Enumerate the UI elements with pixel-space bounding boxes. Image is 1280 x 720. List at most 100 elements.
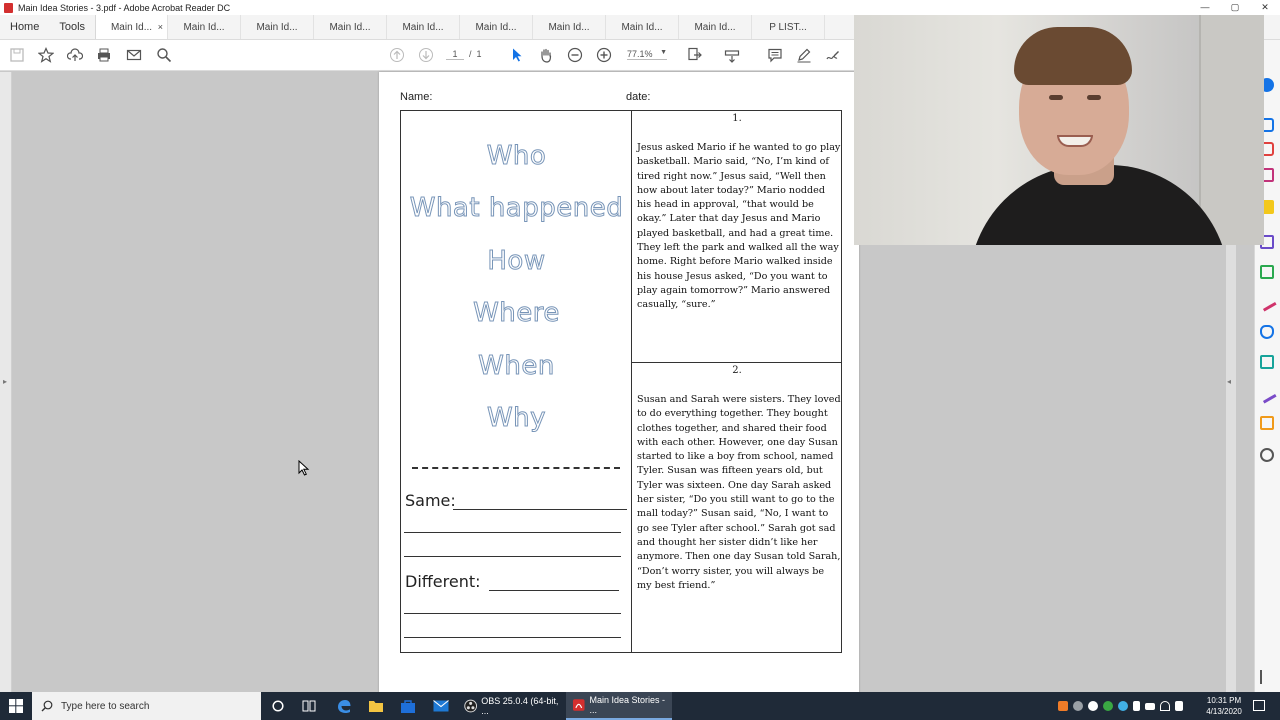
answer-line [404, 637, 621, 638]
system-tray [1058, 692, 1183, 720]
tab-label: Main Id... [110, 22, 153, 33]
more-tools-icon[interactable] [1260, 416, 1274, 430]
collapse-tools-pane-icon[interactable] [1260, 670, 1274, 684]
highlight-pen-icon[interactable] [796, 47, 812, 63]
next-page-icon[interactable] [418, 47, 434, 63]
windows-taskbar: Type here to search OBS 25.0.4 (64-bit, … [0, 692, 1280, 720]
mail-icon[interactable] [430, 692, 452, 720]
window-controls: — ▢ ✕ [1190, 0, 1280, 15]
sign-icon[interactable] [825, 47, 841, 63]
name-label: Name: [400, 91, 433, 103]
scroll-mode-icon[interactable] [724, 47, 740, 63]
protect-icon[interactable] [1260, 325, 1274, 339]
request-signature-icon[interactable] [1257, 384, 1277, 404]
previous-page-icon[interactable] [389, 47, 405, 63]
start-button[interactable] [0, 692, 32, 720]
print-icon[interactable] [96, 47, 112, 63]
page-separator: / [469, 49, 472, 59]
document-tab[interactable]: Main Id... [460, 15, 534, 39]
taskbar-search-box[interactable]: Type here to search [32, 692, 261, 720]
document-tab[interactable]: Main Id... [679, 15, 753, 39]
zoom-value: 77.1% [627, 49, 653, 59]
presenter-hair [1014, 27, 1132, 85]
story-2-number: 2. [732, 365, 742, 376]
same-label: Same: [405, 491, 456, 510]
zoom-level-select[interactable]: 77.1% ▼ [627, 49, 667, 60]
presenter-eye [1049, 95, 1063, 100]
clock-time: 10:31 PM [1206, 696, 1242, 705]
customize-tools-icon[interactable] [1260, 448, 1274, 462]
document-tab[interactable]: Main Id... [606, 15, 680, 39]
left-navigation-pane-toggle[interactable]: ▸ [0, 72, 12, 692]
bookmark-star-icon[interactable] [38, 47, 54, 63]
close-window-button[interactable]: ✕ [1250, 0, 1280, 15]
minimize-button[interactable]: — [1190, 0, 1220, 15]
zoom-in-icon[interactable] [596, 47, 612, 63]
answer-line [404, 532, 621, 533]
story-1-text: Jesus asked Mario if he wanted to go pla… [637, 142, 841, 311]
fill-sign-icon[interactable] [1257, 292, 1277, 312]
upload-cloud-icon[interactable] [67, 47, 83, 63]
obs-icon [464, 699, 478, 713]
file-explorer-icon[interactable] [365, 692, 387, 720]
story-1-number: 1. [732, 113, 742, 124]
restore-button[interactable]: ▢ [1220, 0, 1250, 15]
document-tab-active[interactable]: Main Id... × [95, 15, 169, 39]
answer-line [404, 556, 621, 557]
pdf-page: Name: date: Who What happened How Where … [379, 72, 859, 702]
battery-icon[interactable] [1145, 702, 1155, 710]
answer-line [453, 509, 627, 510]
obs-app-label: OBS 25.0.4 (64-bit, ... [481, 696, 559, 716]
taskbar-clock[interactable]: 10:31 PM 4/13/2020 [1200, 695, 1248, 717]
webcam-overlay [854, 15, 1264, 245]
acrobat-app-icon [4, 2, 13, 13]
microphone-icon[interactable] [1133, 701, 1140, 711]
document-tab[interactable]: Main Id... [168, 15, 242, 39]
different-label: Different: [405, 572, 481, 591]
search-icon[interactable] [156, 47, 172, 63]
email-icon[interactable] [126, 47, 142, 63]
tray-app-icon[interactable] [1058, 701, 1068, 711]
question-word-where: Where [473, 298, 560, 329]
expand-left-pane-icon[interactable]: ▸ [3, 377, 7, 386]
taskbar-obs-app[interactable]: OBS 25.0.4 (64-bit, ... [458, 692, 564, 720]
hand-tool-icon[interactable] [538, 47, 554, 63]
question-word-what-happened: What happened [409, 193, 624, 224]
select-cursor-icon[interactable] [509, 47, 525, 63]
volume-icon[interactable] [1175, 701, 1183, 711]
tools-menu[interactable]: Tools [49, 15, 95, 39]
taskbar-acrobat-app[interactable]: Main Idea Stories - ... [566, 692, 672, 720]
page-number-input[interactable]: 1 [446, 49, 464, 60]
task-view-icon[interactable] [299, 692, 319, 720]
tray-app-icon[interactable] [1088, 701, 1098, 711]
zoom-out-icon[interactable] [567, 47, 583, 63]
tray-app-icon[interactable] [1073, 701, 1083, 711]
windows-logo-icon [9, 699, 23, 713]
document-tab[interactable]: P LIST... [752, 15, 826, 39]
document-tab[interactable]: Main Id... [533, 15, 607, 39]
bluetooth-icon[interactable] [1118, 701, 1128, 711]
collapse-right-pane-icon[interactable]: ◂ [1227, 377, 1231, 386]
document-tab[interactable]: Main Id... [241, 15, 315, 39]
clock-date: 4/13/2020 [1206, 707, 1242, 716]
save-icon[interactable] [9, 47, 25, 63]
acrobat-app-label: Main Idea Stories - ... [589, 695, 666, 715]
edge-browser-icon[interactable] [333, 692, 355, 720]
cortana-icon[interactable] [268, 692, 288, 720]
story-2-cell: 2. Susan and Sarah were sisters. They lo… [632, 363, 842, 652]
document-tab[interactable]: Main Id... [387, 15, 461, 39]
organize-pages-icon[interactable] [1260, 265, 1274, 279]
comment-icon[interactable] [767, 47, 783, 63]
story-1-cell: 1. Jesus asked Mario if he wanted to go … [632, 111, 842, 363]
tab-close-icon[interactable]: × [158, 15, 163, 39]
send-for-review-icon[interactable] [1260, 355, 1274, 369]
title-bar: Main Idea Stories - 3.pdf - Adobe Acroba… [0, 0, 1280, 15]
document-tab[interactable]: Main Id... [314, 15, 388, 39]
tray-app-icon[interactable] [1103, 701, 1113, 711]
presenter-eye [1087, 95, 1101, 100]
store-icon[interactable] [397, 692, 419, 720]
home-menu[interactable]: Home [0, 15, 49, 39]
wifi-icon[interactable] [1160, 701, 1170, 711]
notification-center-icon[interactable] [1253, 700, 1265, 711]
page-fit-icon[interactable] [687, 47, 703, 63]
